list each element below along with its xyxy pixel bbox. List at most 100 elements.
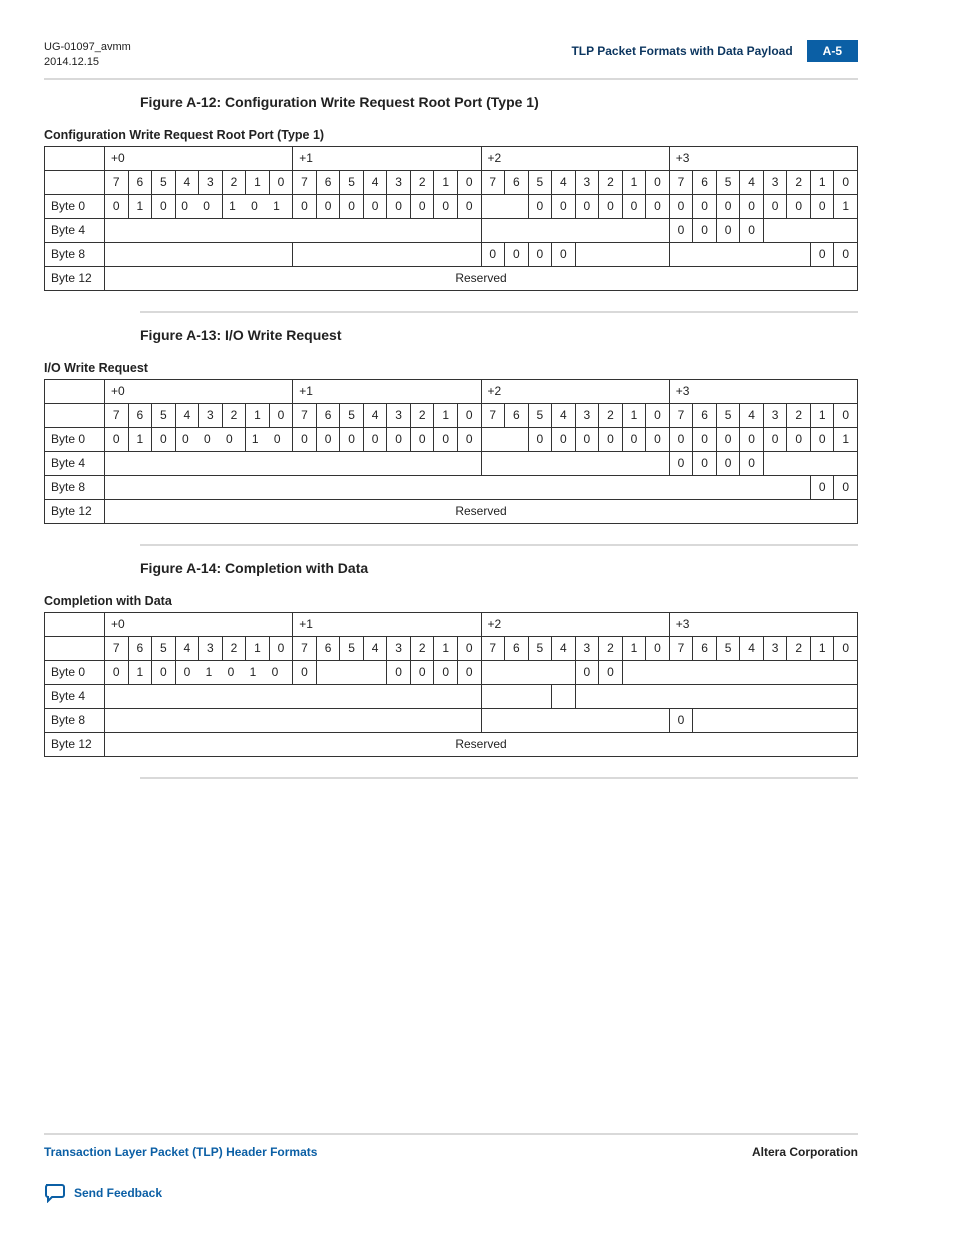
byte-offset-cell: +0 [105,379,293,403]
footer-section-link[interactable]: Transaction Layer Packet (TLP) Header Fo… [44,1145,317,1159]
bit-cell: 0 [434,194,458,218]
bit-cell: 0 [316,194,340,218]
table-caption: Configuration Write Request Root Port (T… [44,128,858,142]
bit-index-cell: 3 [763,170,787,194]
bit-cell: 1 [128,194,152,218]
bit-index-cell: 5 [152,636,176,660]
bit-cell [293,242,481,266]
bit-index-cell: 2 [599,636,623,660]
bit-cell: 0 [669,427,693,451]
bit-index-cell: 4 [552,403,576,427]
bit-layout-table: +0+1+2+376543210765432107654321076543210… [44,379,858,524]
bit-cell: 0 [552,427,576,451]
bit-cell: 0 [763,427,787,451]
bit-index-cell: 2 [599,403,623,427]
bit-cell: 0 [152,194,176,218]
bit-cell: 0 [716,427,740,451]
bit-layout-table: +0+1+2+376543210765432107654321076543210… [44,146,858,291]
bit-index-cell: 0 [269,636,293,660]
bit-index-cell: 7 [481,170,505,194]
bit-cell [693,708,858,732]
bit-index-cell: 5 [716,170,740,194]
bit-cell: 0 [552,242,576,266]
bit-cell [105,242,293,266]
bit-cell: 0 [387,660,411,684]
send-feedback-link[interactable]: Send Feedback [74,1186,162,1200]
byte-offset-cell: +2 [481,379,669,403]
bit-index-cell: 3 [387,636,411,660]
bit-index-cell: 1 [434,170,458,194]
bit-cell: 0 [834,475,858,499]
bit-index-cell: 0 [646,636,670,660]
bit-index-cell: 0 [834,170,858,194]
bit-index-cell: 2 [222,636,246,660]
bit-cell: 0 [599,194,623,218]
bit-cell [481,684,552,708]
bit-cell [481,218,669,242]
bit-cell: 0 [457,194,481,218]
bit-cell: 0 [834,242,858,266]
bit-index-cell: 2 [599,170,623,194]
bit-cell [669,242,810,266]
bit-index-cell: 2 [410,170,434,194]
page-number-badge: A-5 [807,40,858,62]
bit-cell: 0 [105,194,129,218]
bit-cell [481,708,669,732]
row-label: Byte 4 [45,684,105,708]
bit-cell: 0 0 0 [175,427,246,451]
bit-index-cell: 1 [810,636,834,660]
byte-offset-cell: +3 [669,379,857,403]
row-label: Byte 0 [45,427,105,451]
header-rule [44,78,858,80]
bit-cell: 0 [693,451,717,475]
bit-index-cell: 0 [834,636,858,660]
bit-cell: Reserved [105,732,858,756]
bit-cell [105,475,811,499]
row-label: Byte 4 [45,451,105,475]
bit-index-cell: 3 [763,403,787,427]
bit-index-cell: 3 [387,403,411,427]
figure-table-wrap: Completion with Data+0+1+2+3765432107654… [44,594,858,757]
bit-index-cell: 4 [552,170,576,194]
bit-index-cell: 2 [222,170,246,194]
bit-index-cell: 7 [293,170,317,194]
bit-index-cell: 2 [222,403,246,427]
row-label: Byte 0 [45,194,105,218]
section-rule [140,311,858,313]
bit-index-cell: 5 [528,403,552,427]
bit-cell: 0 [293,427,317,451]
bit-index-cell: 0 [834,403,858,427]
bit-cell: 0 [669,451,693,475]
bit-index-cell: 5 [716,403,740,427]
bit-cell: 0 [316,427,340,451]
bit-cell: Reserved [105,266,858,290]
bit-index-cell: 3 [763,636,787,660]
byte-offset-cell: +0 [105,612,293,636]
bit-index-cell: 5 [528,170,552,194]
row-label: Byte 4 [45,218,105,242]
byte-offset-cell: +3 [669,612,857,636]
bit-index-cell: 6 [693,636,717,660]
bit-cell: 0 [528,427,552,451]
bit-index-cell: 3 [575,636,599,660]
bit-index-cell: 3 [199,403,223,427]
bit-cell: 0 [669,194,693,218]
bit-index-cell: 7 [669,170,693,194]
row-label: Byte 0 [45,660,105,684]
doc-date: 2014.12.15 [44,55,131,70]
bit-cell: 0 [434,660,458,684]
bit-cell [481,427,528,451]
bit-cell: 0 [340,427,364,451]
bit-cell: 0 [387,427,411,451]
bit-cell: 0 [363,194,387,218]
feedback-icon [44,1183,66,1203]
bit-cell [105,684,482,708]
bit-cell: 1 0 [246,427,293,451]
byte-offset-cell: +1 [293,146,481,170]
bit-cell: 0 [716,194,740,218]
bit-cell [575,242,669,266]
bit-index-cell: 4 [552,636,576,660]
footer-company: Altera Corporation [752,1145,858,1159]
bit-cell: 0 [787,194,811,218]
bit-index-cell: 7 [293,403,317,427]
